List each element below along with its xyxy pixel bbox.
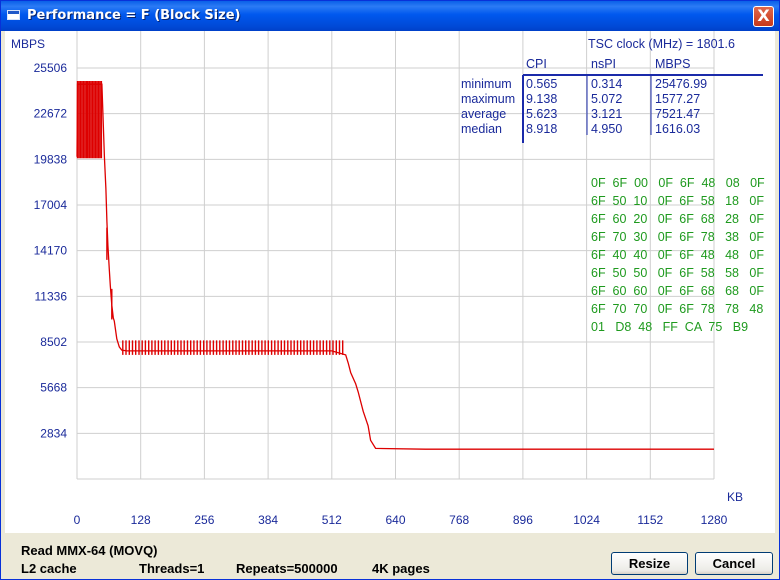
y-tick-label: 8502: [40, 335, 67, 349]
performance-window: Performance = F (Block Size) X 25506 2267…: [0, 0, 780, 580]
stats-mbps-value: 1577.27: [655, 92, 700, 106]
stats-row-label: maximum: [461, 92, 515, 106]
series-spikes: [76, 81, 344, 355]
y-tick-label: 14170: [34, 244, 68, 258]
y-tick-label: 17004: [34, 198, 68, 212]
cancel-button[interactable]: Cancel: [695, 552, 773, 575]
stats-row-label: median: [461, 122, 502, 136]
x-tick-label: 128: [131, 513, 151, 527]
stats-header: nsPI: [591, 57, 616, 71]
opcode-line: 0F 6F 00 0F 6F 48 08 0F: [591, 176, 765, 190]
y-tick-label: 5668: [40, 381, 67, 395]
pages-label: 4K pages: [372, 561, 430, 576]
opcode-line: 6F 70 30 0F 6F 78 38 0F: [591, 230, 764, 244]
stats-nspi-value: 3.121: [591, 107, 622, 121]
stats-cpi-value: 5.623: [526, 107, 557, 121]
stats-nspi-value: 5.072: [591, 92, 622, 106]
x-tick-label: 1152: [637, 513, 663, 527]
method-label: Read MMX-64 (MOVQ): [21, 543, 158, 558]
x-tick-label: 0: [74, 513, 81, 527]
stats-mbps-value: 25476.99: [655, 77, 707, 91]
cache-label: L2 cache: [21, 561, 77, 576]
stats-mbps-value: 7521.47: [655, 107, 700, 121]
threads-label: Threads=1: [139, 561, 205, 576]
stats-nspi-value: 0.314: [591, 77, 622, 91]
x-tick-label: 640: [385, 513, 405, 527]
opcode-line: 01 D8 48 FF CA 75 B9: [591, 320, 748, 334]
title-bar[interactable]: Performance = F (Block Size) X: [1, 1, 779, 31]
close-button[interactable]: X: [753, 6, 774, 27]
window-title: Performance = F (Block Size): [27, 8, 241, 23]
stats-cpi-value: 9.138: [526, 92, 557, 106]
opcode-line: 6F 60 20 0F 6F 68 28 0F: [591, 212, 764, 226]
y-tick-label: 25506: [34, 61, 68, 75]
x-tick-label: 768: [449, 513, 469, 527]
x-tick-label: 896: [513, 513, 533, 527]
opcode-line: 6F 60 60 0F 6F 68 68 0F: [591, 284, 764, 298]
opcode-line: 6F 40 40 0F 6F 48 48 0F: [591, 248, 764, 262]
opcode-line: 6F 50 50 0F 6F 58 58 0F: [591, 266, 764, 280]
y-tick-label: 19838: [34, 152, 68, 166]
plot-area: 25506 22672 19838 17004 14170 11336 8502 5668 28…: [5, 31, 775, 533]
y-tick-label: 2834: [40, 426, 67, 440]
stats-row-label: average: [461, 107, 506, 121]
stats-row-label: minimum: [461, 77, 512, 91]
resize-button[interactable]: Resize: [611, 552, 688, 575]
window-icon: [7, 10, 20, 20]
tsc-clock-label: TSC clock (MHz) = 1801.6: [588, 37, 735, 51]
x-axis-label: KB: [727, 490, 743, 504]
repeats-label: Repeats=500000: [236, 561, 338, 576]
x-tick-label: 256: [194, 513, 214, 527]
stats-header: CPI: [526, 57, 547, 71]
y-tick-label: 22672: [34, 107, 68, 121]
stats-header: MBPS: [655, 57, 690, 71]
y-axis-label: MBPS: [11, 37, 45, 51]
stats-cpi-value: 0.565: [526, 77, 557, 91]
performance-chart: 25506 22672 19838 17004 14170 11336 8502 5668 28…: [11, 31, 765, 527]
x-tick-label: 384: [258, 513, 278, 527]
opcode-line: 6F 50 10 0F 6F 58 18 0F: [591, 194, 764, 208]
y-tick-label: 11336: [35, 289, 68, 303]
opcode-line: 6F 70 70 0F 6F 78 78 48: [591, 302, 763, 316]
x-tick-label: 1024: [573, 513, 600, 527]
stats-mbps-value: 1616.03: [655, 122, 700, 136]
x-tick-label: 512: [322, 513, 342, 527]
stats-nspi-value: 4.950: [591, 122, 622, 136]
x-tick-label: 1280: [701, 513, 728, 527]
stats-cpi-value: 8.918: [526, 122, 557, 136]
